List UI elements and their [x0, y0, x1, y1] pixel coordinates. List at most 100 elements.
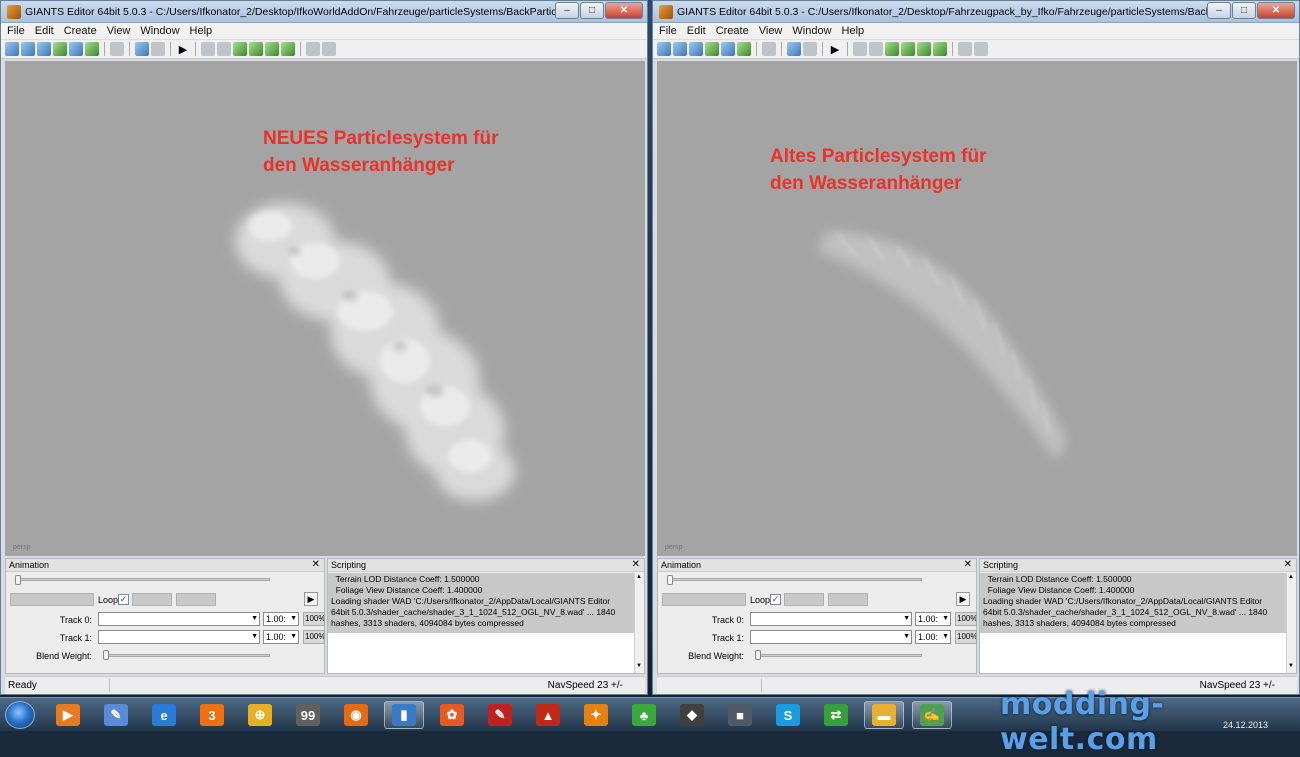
- new-file-icon[interactable]: [5, 42, 19, 56]
- blend-slider-handle[interactable]: [755, 650, 761, 660]
- undo-icon[interactable]: [787, 42, 801, 56]
- grid-icon[interactable]: [958, 42, 972, 56]
- menu-window[interactable]: Window: [792, 25, 831, 37]
- track0-weight-field[interactable]: 100%: [955, 612, 977, 626]
- play-icon[interactable]: ▶: [828, 42, 842, 56]
- taskbar-button[interactable]: ✎: [480, 701, 520, 729]
- animation-timeline-slider[interactable]: [668, 578, 922, 581]
- animation-end-field[interactable]: [828, 593, 868, 606]
- save-as-icon[interactable]: [737, 42, 751, 56]
- magnet-icon[interactable]: [217, 42, 231, 56]
- blend-weight-slider[interactable]: [104, 654, 270, 657]
- track1-weight-field[interactable]: 100%: [955, 630, 977, 644]
- save-as-icon[interactable]: [85, 42, 99, 56]
- editor-window-left[interactable]: GIANTS Editor 64bit 5.0.3 - C:/Users/Ifk…: [0, 0, 648, 695]
- timeline-slider-handle[interactable]: [15, 575, 21, 585]
- reload-icon[interactable]: [762, 42, 776, 56]
- taskbar-button[interactable]: ✿: [432, 701, 472, 729]
- editor-window-right[interactable]: GIANTS Editor 64bit 5.0.3 - C:/Users/Ifk…: [652, 0, 1300, 695]
- animation-timeline-slider[interactable]: [16, 578, 270, 581]
- animation-clip-field[interactable]: [10, 593, 94, 606]
- menu-file[interactable]: File: [7, 25, 25, 37]
- terrain-sculpt-icon[interactable]: [885, 42, 899, 56]
- taskbar-button[interactable]: ✍: [912, 701, 952, 729]
- loop-checkbox[interactable]: ✓: [118, 594, 129, 605]
- foliage-paint-icon[interactable]: [281, 42, 295, 56]
- redo-icon[interactable]: [151, 42, 165, 56]
- play-animation-button[interactable]: ▶: [956, 592, 970, 606]
- 3d-viewport[interactable]: NEUES Particlesystem für den Wasseranhän…: [5, 61, 645, 556]
- track0-select[interactable]: ▼: [98, 612, 260, 626]
- track0-select[interactable]: ▼: [750, 612, 912, 626]
- menu-view[interactable]: View: [759, 25, 783, 37]
- scroll-up-icon[interactable]: ▲: [636, 574, 642, 580]
- taskbar-button[interactable]: ⊕: [240, 701, 280, 729]
- new-file-icon[interactable]: [657, 42, 671, 56]
- play-icon[interactable]: ▶: [176, 42, 190, 56]
- terrain-paint-icon[interactable]: [901, 42, 915, 56]
- taskbar-button[interactable]: ◆: [672, 701, 712, 729]
- track1-speed-select[interactable]: 1.00: ▼: [263, 630, 299, 644]
- taskbar-button[interactable]: ▬: [864, 701, 904, 729]
- script-scrollbar[interactable]: ▲ ▼: [634, 573, 644, 673]
- maximize-button[interactable]: □: [1232, 2, 1256, 19]
- menu-edit[interactable]: Edit: [687, 25, 706, 37]
- blend-weight-slider[interactable]: [756, 654, 922, 657]
- redo-icon[interactable]: [803, 42, 817, 56]
- menu-help[interactable]: Help: [190, 25, 213, 37]
- title-bar[interactable]: GIANTS Editor 64bit 5.0.3 - C:/Users/Ifk…: [1, 1, 647, 23]
- animation-end-field[interactable]: [176, 593, 216, 606]
- script-scrollbar[interactable]: ▲ ▼: [1286, 573, 1296, 673]
- minimize-button[interactable]: –: [1207, 2, 1231, 19]
- close-icon[interactable]: ✕: [632, 559, 640, 571]
- export-icon[interactable]: [705, 42, 719, 56]
- grid-icon[interactable]: [306, 42, 320, 56]
- scroll-down-icon[interactable]: ▼: [1288, 663, 1294, 669]
- taskbar-button[interactable]: ♣: [624, 701, 664, 729]
- reload-icon[interactable]: [110, 42, 124, 56]
- track0-speed-select[interactable]: 1.00: ▼: [263, 612, 299, 626]
- save-icon[interactable]: [69, 42, 83, 56]
- taskbar-button[interactable]: 99: [288, 701, 328, 729]
- title-bar[interactable]: GIANTS Editor 64bit 5.0.3 - C:/Users/Ifk…: [653, 1, 1299, 23]
- maximize-button[interactable]: □: [580, 2, 604, 19]
- taskbar-button[interactable]: ✎: [96, 701, 136, 729]
- magnet-icon[interactable]: [869, 42, 883, 56]
- import-icon[interactable]: [689, 42, 703, 56]
- minimize-button[interactable]: –: [555, 2, 579, 19]
- export-icon[interactable]: [53, 42, 67, 56]
- animation-start-field[interactable]: [784, 593, 824, 606]
- track0-weight-field[interactable]: 100%: [303, 612, 325, 626]
- snap-icon[interactable]: [322, 42, 336, 56]
- close-icon[interactable]: ✕: [964, 559, 972, 571]
- scroll-down-icon[interactable]: ▼: [636, 663, 642, 669]
- menu-create[interactable]: Create: [716, 25, 749, 37]
- taskbar-button[interactable]: ▶: [48, 701, 88, 729]
- system-clock-date[interactable]: 24.12.2013: [1223, 720, 1268, 730]
- open-file-icon[interactable]: [21, 42, 35, 56]
- taskbar-button[interactable]: ⇄: [816, 701, 856, 729]
- open-file-icon[interactable]: [673, 42, 687, 56]
- loop-checkbox[interactable]: ✓: [770, 594, 781, 605]
- menu-file[interactable]: File: [659, 25, 677, 37]
- menu-view[interactable]: View: [107, 25, 131, 37]
- foliage-paint-icon[interactable]: [933, 42, 947, 56]
- menu-help[interactable]: Help: [842, 25, 865, 37]
- select-tool-icon[interactable]: [201, 42, 215, 56]
- select-tool-icon[interactable]: [853, 42, 867, 56]
- taskbar-button[interactable]: ◉: [336, 701, 376, 729]
- 3d-viewport[interactable]: Altes Particlesystem für den Wasseranhän…: [657, 61, 1297, 556]
- play-animation-button[interactable]: ▶: [304, 592, 318, 606]
- terrain-sculpt-icon[interactable]: [233, 42, 247, 56]
- taskbar-button[interactable]: ✦: [576, 701, 616, 729]
- snap-icon[interactable]: [974, 42, 988, 56]
- save-icon[interactable]: [721, 42, 735, 56]
- menu-edit[interactable]: Edit: [35, 25, 54, 37]
- terrain-smooth-icon[interactable]: [265, 42, 279, 56]
- track1-weight-field[interactable]: 100%: [303, 630, 325, 644]
- blend-slider-handle[interactable]: [103, 650, 109, 660]
- taskbar-button[interactable]: 3: [192, 701, 232, 729]
- track1-select[interactable]: ▼: [98, 630, 260, 644]
- script-input-area[interactable]: [328, 633, 634, 673]
- undo-icon[interactable]: [135, 42, 149, 56]
